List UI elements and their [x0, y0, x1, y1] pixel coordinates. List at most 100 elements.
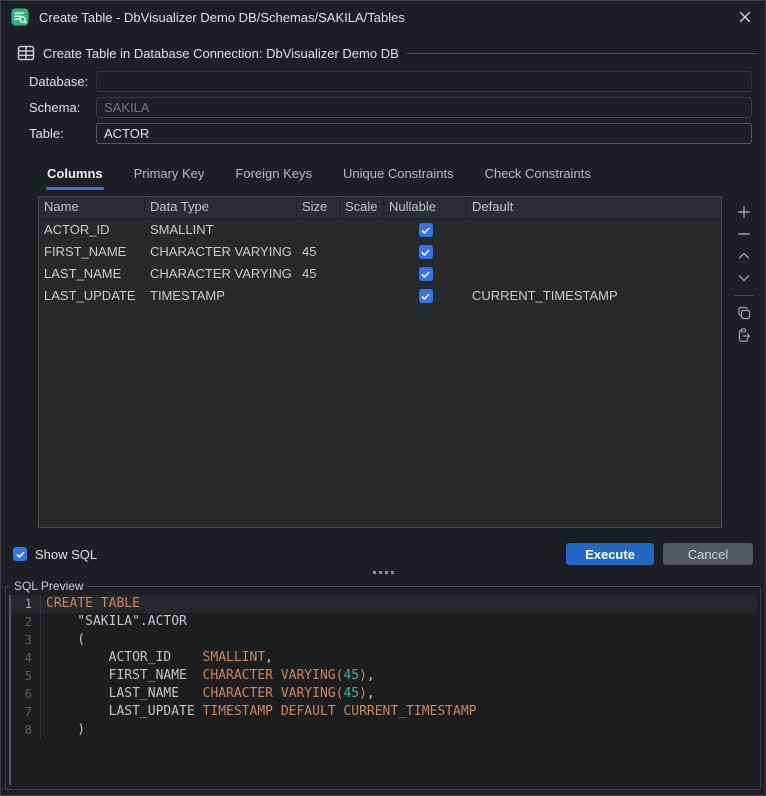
- nullable-checkbox[interactable]: [419, 245, 433, 259]
- tab-unique-constraints[interactable]: Unique Constraints: [342, 166, 455, 186]
- cell-size[interactable]: [297, 219, 340, 241]
- sql-token: 45: [343, 686, 359, 701]
- grid-body: ACTOR_IDSMALLINTFIRST_NAMECHARACTER VARY…: [39, 219, 721, 307]
- paste-icon[interactable]: [734, 324, 754, 346]
- table-input[interactable]: ACTOR: [96, 123, 752, 144]
- grid-header-row: NameData TypeSizeScaleNullableDefault: [39, 197, 721, 219]
- sql-token: CREATE TABLE: [46, 596, 140, 611]
- schema-row: Schema:SAKILA: [29, 97, 752, 118]
- table-row[interactable]: ACTOR_IDSMALLINT: [39, 219, 721, 241]
- sql-code-text: CREATE TABLE: [41, 595, 140, 613]
- cell-name[interactable]: FIRST_NAME: [39, 241, 145, 263]
- sql-token: CHARACTER VARYING(: [203, 686, 344, 701]
- add-row-icon[interactable]: [734, 201, 754, 223]
- column-header-name[interactable]: Name: [39, 197, 145, 218]
- cell-default[interactable]: [467, 263, 721, 285]
- cell-size[interactable]: [297, 285, 340, 307]
- table-row[interactable]: FIRST_NAMECHARACTER VARYING45: [39, 241, 721, 263]
- sql-code-text: LAST_UPDATE TIMESTAMP DEFAULT CURRENT_TI…: [41, 703, 476, 721]
- nullable-checkbox[interactable]: [419, 223, 433, 237]
- column-header-data-type[interactable]: Data Type: [145, 197, 297, 218]
- cell-scale[interactable]: [340, 219, 384, 241]
- table-label: Table:: [29, 126, 96, 141]
- move-down-icon[interactable]: [734, 267, 754, 289]
- columns-grid-zone: NameData TypeSizeScaleNullableDefault AC…: [38, 196, 765, 528]
- database-input[interactable]: [96, 71, 752, 92]
- sql-token: ,: [265, 650, 273, 665]
- sql-token: (: [46, 632, 85, 647]
- line-number: 7: [11, 703, 41, 721]
- cell-nullable: [384, 285, 467, 307]
- sql-code-text: LAST_NAME CHARACTER VARYING(45),: [41, 685, 375, 703]
- line-number: 6: [11, 685, 41, 703]
- cell-scale[interactable]: [340, 241, 384, 263]
- sql-line: 8 ): [11, 721, 757, 739]
- sql-token: "SAKILA".ACTOR: [46, 614, 187, 629]
- tab-foreign-keys[interactable]: Foreign Keys: [234, 166, 313, 186]
- cell-default[interactable]: CURRENT_TIMESTAMP: [467, 285, 721, 307]
- execute-button[interactable]: Execute: [566, 543, 654, 565]
- cell-name[interactable]: LAST_UPDATE: [39, 285, 145, 307]
- copy-icon[interactable]: [734, 302, 754, 324]
- nullable-checkbox[interactable]: [419, 289, 433, 303]
- cell-default[interactable]: [467, 219, 721, 241]
- line-number: 1: [11, 595, 41, 613]
- line-number: 2: [11, 613, 41, 631]
- sql-code-text: ACTOR_ID SMALLINT,: [41, 649, 273, 667]
- sql-token: 45: [343, 668, 359, 683]
- cell-default[interactable]: [467, 241, 721, 263]
- column-header-size[interactable]: Size: [297, 197, 340, 218]
- section-header: Create Table in Database Connection: DbV…: [17, 44, 757, 62]
- cancel-button[interactable]: Cancel: [663, 543, 753, 565]
- cell-data-type[interactable]: CHARACTER VARYING: [145, 263, 297, 285]
- cell-name[interactable]: LAST_NAME: [39, 263, 145, 285]
- line-number: 3: [11, 631, 41, 649]
- tab-check-constraints[interactable]: Check Constraints: [484, 166, 592, 186]
- sql-editor[interactable]: 1CREATE TABLE2 "SAKILA".ACTOR3 (4 ACTOR_…: [9, 595, 757, 785]
- sql-token: ,: [367, 668, 375, 683]
- grid-toolbar: [722, 196, 766, 528]
- schema-input[interactable]: SAKILA: [96, 97, 752, 118]
- cell-name[interactable]: ACTOR_ID: [39, 219, 145, 241]
- cell-data-type[interactable]: SMALLINT: [145, 219, 297, 241]
- cell-scale[interactable]: [340, 263, 384, 285]
- table-row: Table:ACTOR: [29, 123, 752, 144]
- sql-code-text: (: [41, 631, 85, 649]
- sql-code-text: "SAKILA".ACTOR: [41, 613, 187, 631]
- table-form: Database:Schema:SAKILATable:ACTOR: [29, 71, 752, 149]
- show-sql-checkbox[interactable]: Show SQL: [13, 547, 97, 562]
- sql-token: LAST_UPDATE: [46, 704, 203, 719]
- move-up-icon[interactable]: [734, 245, 754, 267]
- toolbar-separator: [734, 295, 754, 296]
- table-row[interactable]: LAST_UPDATETIMESTAMP CURRENT_TIMESTAMP: [39, 285, 721, 307]
- tab-columns[interactable]: Columns: [46, 166, 104, 186]
- cell-data-type[interactable]: CHARACTER VARYING: [145, 241, 297, 263]
- table-icon: [17, 44, 35, 62]
- remove-row-icon[interactable]: [734, 223, 754, 245]
- sql-line: 7 LAST_UPDATE TIMESTAMP DEFAULT CURRENT_…: [11, 703, 757, 721]
- sql-token: CHARACTER VARYING(: [203, 668, 344, 683]
- table-row[interactable]: LAST_NAMECHARACTER VARYING45: [39, 263, 721, 285]
- titlebar: Create Table - DbVisualizer Demo DB/Sche…: [1, 1, 765, 33]
- section-title: Create Table in Database Connection: DbV…: [43, 46, 399, 61]
- line-number: 4: [11, 649, 41, 667]
- column-header-nullable[interactable]: Nullable: [384, 197, 467, 218]
- columns-grid: NameData TypeSizeScaleNullableDefault AC…: [38, 196, 722, 528]
- column-header-default[interactable]: Default: [467, 197, 721, 218]
- sql-preview-legend: SQL Preview: [10, 579, 88, 593]
- sql-line: 3 (: [11, 631, 757, 649]
- nullable-checkbox[interactable]: [419, 267, 433, 281]
- section-rule: [407, 53, 757, 54]
- sql-line: 2 "SAKILA".ACTOR: [11, 613, 757, 631]
- cell-scale[interactable]: [340, 285, 384, 307]
- column-header-scale[interactable]: Scale: [340, 197, 384, 218]
- close-icon[interactable]: [737, 9, 753, 25]
- schema-label: Schema:: [29, 100, 96, 115]
- cell-size[interactable]: 45: [297, 263, 340, 285]
- tab-primary-key[interactable]: Primary Key: [133, 166, 206, 186]
- cell-data-type[interactable]: TIMESTAMP: [145, 285, 297, 307]
- splitter-dot: [391, 571, 394, 574]
- sql-token: ): [359, 686, 367, 701]
- splitter-handle[interactable]: [1, 565, 765, 579]
- cell-size[interactable]: 45: [297, 241, 340, 263]
